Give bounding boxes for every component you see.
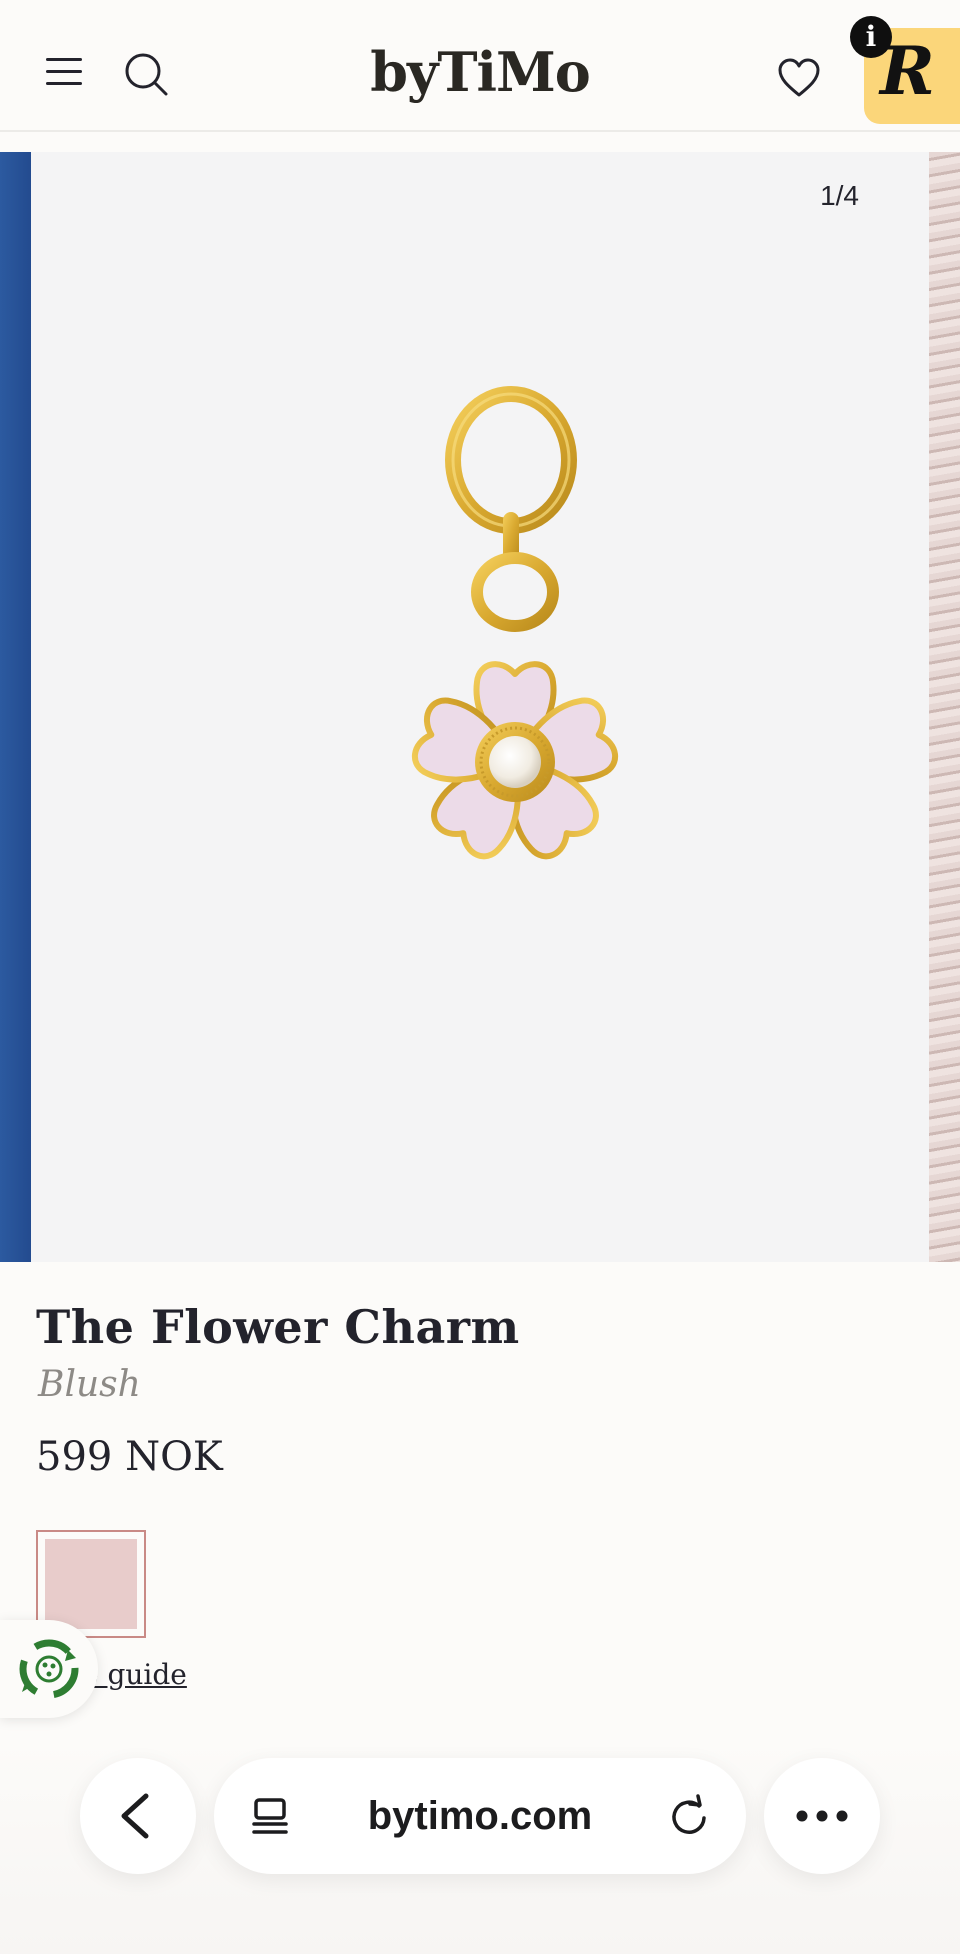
- slide-counter: 1/4: [820, 180, 859, 211]
- eco-badge[interactable]: [0, 1620, 98, 1718]
- back-button[interactable]: [80, 1758, 196, 1874]
- address-bar[interactable]: bytimo.com: [214, 1758, 746, 1874]
- more-dots-icon: [796, 1810, 848, 1822]
- swatch-fill: [45, 1539, 137, 1629]
- chevron-left-icon: [121, 1793, 149, 1839]
- product-title: The Flower Charm: [36, 1300, 520, 1354]
- browser-toolbar: bytimo.com: [0, 1740, 960, 1954]
- next-slide-image[interactable]: [929, 152, 960, 1262]
- url-text: bytimo.com: [367, 1794, 593, 1838]
- heart-icon[interactable]: [778, 58, 820, 98]
- flower-charm-image: [331, 386, 711, 902]
- reload-icon[interactable]: [668, 1794, 710, 1836]
- site-header: byTiMo R i: [0, 0, 960, 132]
- recycle-icon: [19, 1639, 79, 1699]
- product-variant: Blush: [38, 1364, 141, 1405]
- product-price: 599 NOK: [36, 1434, 223, 1480]
- more-options-button[interactable]: [764, 1758, 880, 1874]
- previous-slide-image[interactable]: [0, 152, 31, 1262]
- product-image-carousel[interactable]: 1/4: [0, 152, 960, 1262]
- info-icon[interactable]: i: [850, 16, 892, 58]
- product-image[interactable]: 1/4: [31, 152, 929, 1262]
